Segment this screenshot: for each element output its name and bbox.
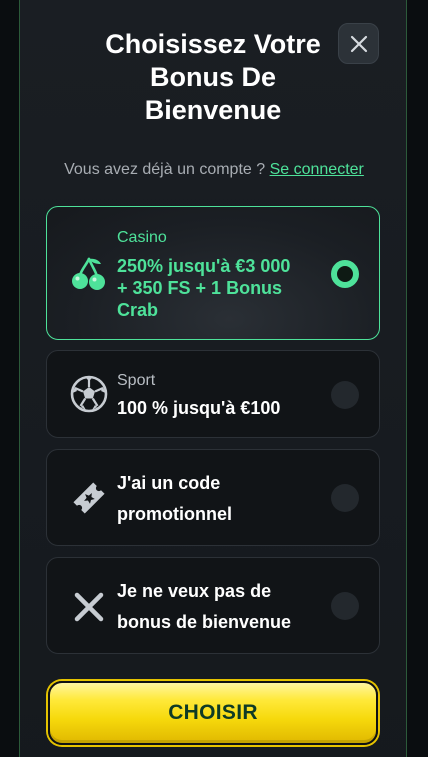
option-sport[interactable]: Sport 100 % jusqu'à €100 [46, 350, 380, 438]
option-promo-code-line-2: promotionnel [117, 504, 232, 524]
option-sport-title: 100 % jusqu'à €100 [117, 398, 281, 418]
option-casino-title-line-1: 250% jusqu'à €3 000 [117, 256, 291, 276]
choose-button[interactable]: CHOISIR [48, 681, 378, 745]
option-casino-title-line-2: + 350 FS + 1 Bonus [117, 278, 283, 298]
option-casino-subtitle: Casino [117, 229, 167, 246]
option-no-bonus-line-2: bonus de bienvenue [117, 612, 292, 632]
login-link[interactable]: Se connecter [270, 161, 364, 178]
login-prompt-line: Vous avez déjà un compte ? Se connecter [0, 160, 428, 180]
option-promo-code-line-1: J'ai un code [117, 473, 221, 493]
login-prompt-text: Vous avez déjà un compte ? [64, 161, 266, 178]
option-no-bonus-title: Je ne veux pas de bonus de bienvenue [117, 576, 337, 638]
close-icon [350, 35, 367, 52]
option-promo-code[interactable]: J'ai un code promotionnel [46, 449, 380, 546]
option-casino-title-line-3: Crab [117, 300, 159, 320]
option-casino-radio[interactable] [331, 260, 359, 288]
option-promo-code-radio[interactable] [331, 484, 359, 512]
modal-title-line-1: Choisissez Votre [105, 29, 321, 59]
option-casino[interactable]: Casino 250% jusqu'à €3 000 + 350 FS + 1 … [46, 206, 380, 340]
soccer-ball-icon [69, 374, 109, 414]
ticket-icon [69, 478, 109, 518]
option-no-bonus[interactable]: Je ne veux pas de bonus de bienvenue [46, 557, 380, 654]
option-sport-radio[interactable] [331, 381, 359, 409]
page: Choisissez Votre Bonus De Bienvenue Vous… [0, 0, 428, 757]
modal-title: Choisissez Votre Bonus De Bienvenue [60, 28, 366, 127]
option-no-bonus-line-1: Je ne veux pas de [117, 581, 272, 601]
modal-title-line-2: Bonus De [149, 62, 276, 92]
cherries-icon [69, 254, 109, 294]
option-no-bonus-radio[interactable] [331, 592, 359, 620]
modal-title-line-3: Bienvenue [144, 95, 282, 125]
x-icon [69, 587, 109, 627]
option-sport-subtitle: Sport [117, 372, 156, 389]
option-promo-code-title: J'ai un code promotionnel [117, 468, 337, 530]
close-button[interactable] [338, 23, 379, 64]
choose-button-label: CHOISIR [168, 701, 258, 724]
option-casino-title: 250% jusqu'à €3 000 + 350 FS + 1 Bonus C… [117, 255, 327, 321]
